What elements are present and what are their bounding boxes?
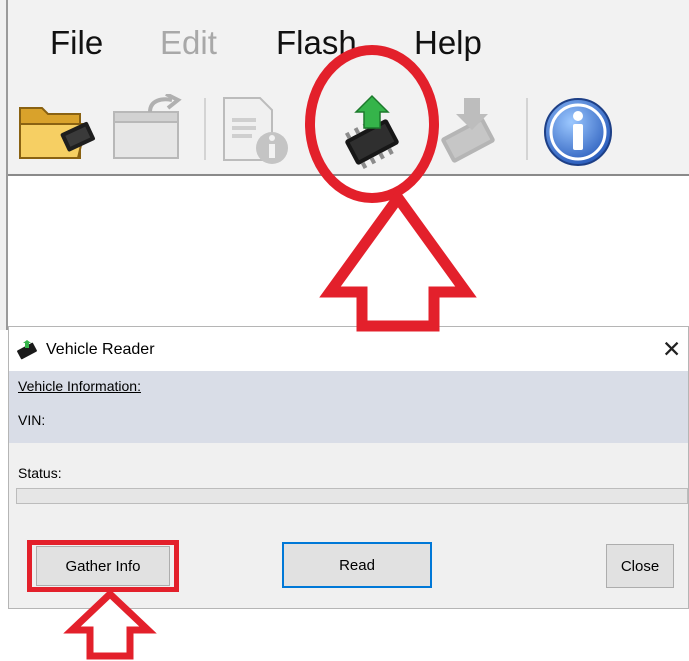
- up-arrow-large: [319, 188, 477, 332]
- gather-info-highlight: [27, 540, 179, 592]
- highlight-circle: [305, 45, 439, 203]
- up-arrow-small: [63, 589, 157, 660]
